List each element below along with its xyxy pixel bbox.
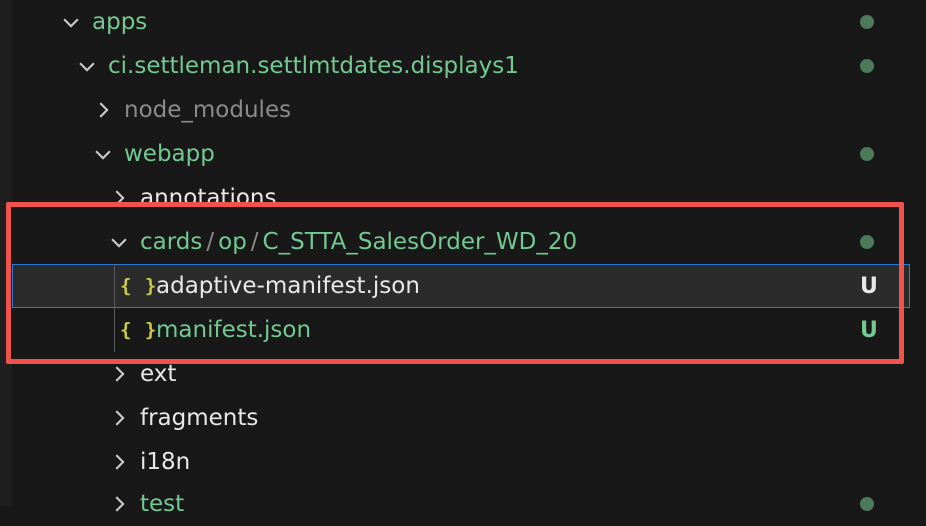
chevron-right-icon[interactable]: [92, 88, 114, 132]
chevron-down-icon[interactable]: [76, 44, 98, 88]
tree-item-project[interactable]: ci.settleman.settlmtdates.displays1: [12, 44, 910, 88]
chevron-right-icon[interactable]: [108, 396, 130, 440]
chevron-down-icon[interactable]: [92, 132, 114, 176]
tree-item-label: ci.settleman.settlmtdates.displays1: [108, 53, 519, 79]
git-modified-dot: [860, 147, 874, 161]
tree-item-label: i18n: [140, 449, 191, 475]
tree-item-label: fragments: [140, 405, 259, 431]
tree-item-apps[interactable]: apps: [12, 0, 910, 44]
git-modified-dot: [860, 59, 874, 73]
tree-item-label: ext: [140, 361, 177, 387]
tree-item-label: node_modules: [124, 97, 292, 123]
tree-item-node-modules[interactable]: node_modules: [12, 88, 910, 132]
tree-item-label: webapp: [124, 141, 215, 167]
highlight-annotation-box: [6, 202, 904, 364]
tree-item-i18n[interactable]: i18n: [12, 440, 910, 484]
chevron-down-icon[interactable]: [60, 0, 82, 44]
tree-item-label: apps: [92, 9, 148, 35]
chevron-right-icon[interactable]: [108, 482, 130, 526]
tree-item-fragments[interactable]: fragments: [12, 396, 910, 440]
chevron-right-icon[interactable]: [108, 440, 130, 484]
file-explorer: apps ci.settleman.settlmtdates.displays1…: [0, 0, 926, 517]
tree-item-label: test: [140, 491, 185, 517]
git-modified-dot: [860, 15, 874, 29]
explorer-right-edge: [910, 0, 926, 506]
git-modified-dot: [860, 497, 874, 511]
tree-item-webapp[interactable]: webapp: [12, 132, 910, 176]
tree-item-test[interactable]: test: [12, 482, 910, 526]
